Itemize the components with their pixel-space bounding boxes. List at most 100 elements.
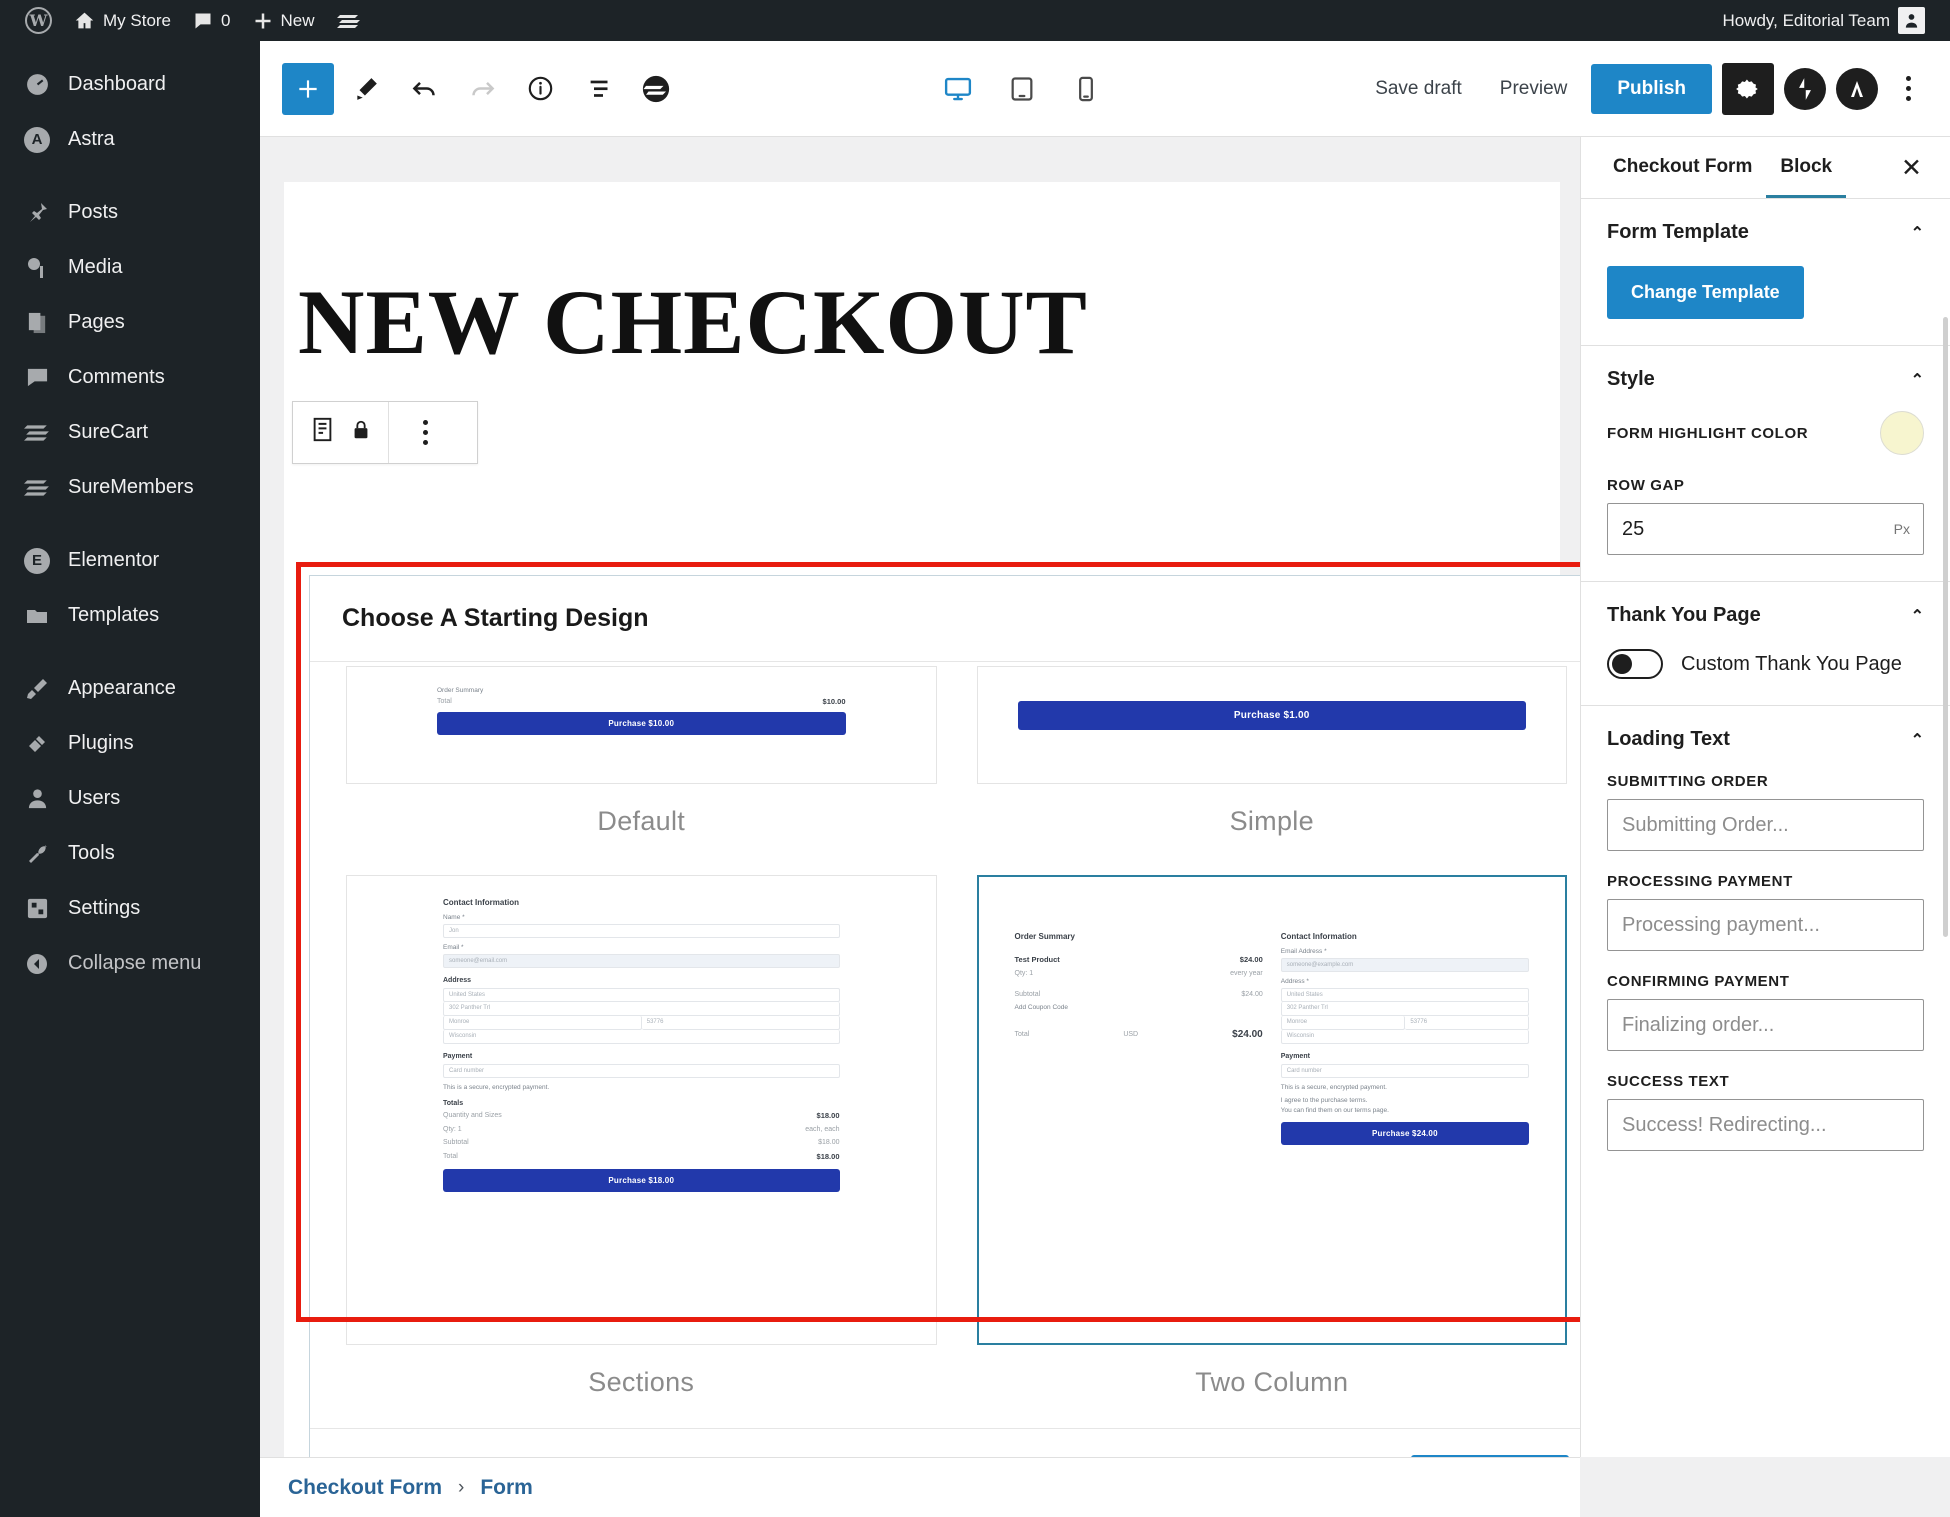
- desktop-icon[interactable]: [932, 63, 984, 115]
- preview-product-name: Test Product: [1014, 955, 1060, 964]
- block-options-icon[interactable]: [389, 402, 461, 463]
- sidebar-item-comments[interactable]: Comments: [0, 350, 260, 405]
- sidebar-item-label: Templates: [68, 604, 160, 626]
- new-content-button[interactable]: New: [242, 0, 326, 41]
- sidebar-item-plugins[interactable]: Plugins: [0, 716, 260, 771]
- sidebar-item-appearance[interactable]: Appearance: [0, 661, 260, 716]
- design-card-default[interactable]: Order Summary Total $10.00 Purchase $10.…: [346, 662, 937, 863]
- tab-checkout-form[interactable]: Checkout Form: [1599, 138, 1766, 198]
- custom-thank-you-toggle[interactable]: [1607, 649, 1663, 679]
- preview-email-label: Email Address *: [1280, 948, 1327, 955]
- sidebar-item-pages[interactable]: Pages: [0, 295, 260, 350]
- mobile-icon[interactable]: [1060, 63, 1112, 115]
- tablet-icon[interactable]: [996, 63, 1048, 115]
- sidebar-item-elementor[interactable]: E Elementor: [0, 533, 260, 588]
- comments-bubble-button[interactable]: 0: [182, 0, 241, 41]
- design-preview-simple[interactable]: Purchase $1.00: [976, 666, 1567, 784]
- menu-separator: [0, 515, 260, 533]
- chevron-up-icon: ⌃: [1910, 607, 1924, 625]
- design-preview-default[interactable]: Order Summary Total $10.00 Purchase $10.…: [346, 666, 937, 784]
- comment-count: 0: [221, 10, 231, 30]
- change-template-button[interactable]: Change Template: [1607, 266, 1804, 319]
- breadcrumb-item-checkout-form[interactable]: Checkout Form: [288, 1476, 442, 1500]
- folder-icon: [22, 601, 52, 631]
- sidebar-item-astra[interactable]: A Astra: [0, 112, 260, 167]
- sidebar-item-users[interactable]: Users: [0, 771, 260, 826]
- sidebar-item-media[interactable]: Media: [0, 240, 260, 295]
- block-type-group[interactable]: [293, 402, 388, 463]
- more-options-icon[interactable]: [1888, 63, 1928, 115]
- undo-icon[interactable]: [398, 63, 450, 115]
- design-card-two-column[interactable]: Order Summary Test Product $24.00 Qty: 1…: [976, 871, 1567, 1424]
- plus-icon: [253, 11, 273, 31]
- success-text-input[interactable]: [1607, 1099, 1924, 1151]
- page-title[interactable]: NEW CHECKOUT: [284, 182, 1560, 371]
- menu-separator: [0, 167, 260, 185]
- design-thumbnail: Order Summary Test Product $24.00 Qty: 1…: [979, 877, 1566, 1343]
- info-icon[interactable]: [514, 63, 566, 115]
- menu-separator: [0, 643, 260, 661]
- surecart-adminbar-button[interactable]: [326, 0, 372, 41]
- section-style-header[interactable]: Style ⌃: [1607, 368, 1924, 391]
- sidebar-item-tools[interactable]: Tools: [0, 826, 260, 881]
- redo-icon[interactable]: [456, 63, 508, 115]
- section-thank-you-header[interactable]: Thank You Page ⌃: [1607, 604, 1924, 627]
- sidebar-item-label: SureMembers: [68, 476, 194, 498]
- sidebar-item-templates[interactable]: Templates: [0, 588, 260, 643]
- submitting-order-input[interactable]: [1607, 799, 1924, 851]
- preview-email-label: Email *: [443, 944, 464, 951]
- confirming-payment-input[interactable]: [1607, 999, 1924, 1051]
- sidebar-item-settings[interactable]: Settings: [0, 881, 260, 936]
- sidebar-item-label: Comments: [68, 366, 165, 388]
- form-highlight-color-swatch[interactable]: [1880, 411, 1924, 455]
- account-menu-button[interactable]: Howdy, Editorial Team: [1711, 0, 1936, 41]
- breadcrumb-item-form[interactable]: Form: [480, 1476, 533, 1500]
- user-icon: [22, 784, 52, 814]
- section-form-template-header[interactable]: Form Template ⌃: [1607, 221, 1924, 244]
- design-card-sections[interactable]: Contact Information Name * Jon Email * s…: [346, 871, 937, 1424]
- row-gap-input[interactable]: [1607, 503, 1924, 555]
- editor-header-left-tools: [260, 62, 682, 115]
- tab-block[interactable]: Block: [1766, 138, 1847, 198]
- list-view-icon[interactable]: [572, 63, 624, 115]
- sidebar-item-posts[interactable]: Posts: [0, 185, 260, 240]
- close-icon[interactable]: ✕: [1891, 147, 1932, 189]
- astra-icon[interactable]: [1836, 67, 1878, 110]
- gear-icon[interactable]: [1722, 62, 1774, 115]
- preview-totals-section: Totals: [443, 1100, 464, 1107]
- preview-total-row: Total USD $24.00: [1015, 1029, 1263, 1040]
- chooser-title: Choose A Starting Design: [310, 576, 1580, 662]
- sidebar-scrollbar[interactable]: [1943, 317, 1948, 937]
- section-loading-text-header[interactable]: Loading Text ⌃: [1607, 728, 1924, 751]
- device-preview-group: [682, 63, 1361, 115]
- surecart-icon[interactable]: [630, 63, 682, 115]
- save-draft-button[interactable]: Save draft: [1361, 68, 1476, 110]
- astra-icon: A: [22, 125, 52, 155]
- brush-icon: [22, 674, 52, 704]
- chevron-up-icon: ⌃: [1910, 731, 1924, 749]
- elementor-icon: E: [22, 546, 52, 576]
- pencil-icon[interactable]: [340, 63, 392, 115]
- jetpack-icon[interactable]: [1784, 67, 1826, 110]
- sidebar-item-suremembers[interactable]: SureMembers: [0, 460, 260, 515]
- design-preview-sections[interactable]: Contact Information Name * Jon Email * s…: [346, 875, 937, 1345]
- section-title: Style: [1607, 368, 1655, 390]
- block-settings-sidebar: Checkout Form Block ✕ Form Template ⌃ Ch…: [1580, 137, 1950, 1457]
- design-card-simple[interactable]: Purchase $1.00 Simple: [976, 662, 1567, 863]
- preview-button[interactable]: Preview: [1486, 68, 1582, 110]
- wp-logo-button[interactable]: W: [14, 0, 63, 41]
- sidebar-item-collapse-menu[interactable]: Collapse menu: [0, 936, 260, 991]
- preview-subtotal-label: Subtotal: [1014, 991, 1041, 998]
- site-name-button[interactable]: My Store: [63, 0, 182, 41]
- preview-total-label: Total: [1014, 1031, 1030, 1038]
- submitting-order-label: SUBMITTING ORDER: [1607, 773, 1769, 790]
- toggle-knob: [1612, 654, 1632, 674]
- processing-payment-input[interactable]: [1607, 899, 1924, 951]
- design-preview-two-column[interactable]: Order Summary Test Product $24.00 Qty: 1…: [976, 875, 1567, 1345]
- sidebar-item-surecart[interactable]: SureCart: [0, 405, 260, 460]
- publish-button[interactable]: Publish: [1591, 63, 1712, 114]
- processing-payment-label: PROCESSING PAYMENT: [1607, 873, 1793, 890]
- row-gap-input-wrapper: Px: [1607, 503, 1924, 555]
- add-block-icon[interactable]: [282, 62, 334, 115]
- sidebar-item-dashboard[interactable]: Dashboard: [0, 57, 260, 112]
